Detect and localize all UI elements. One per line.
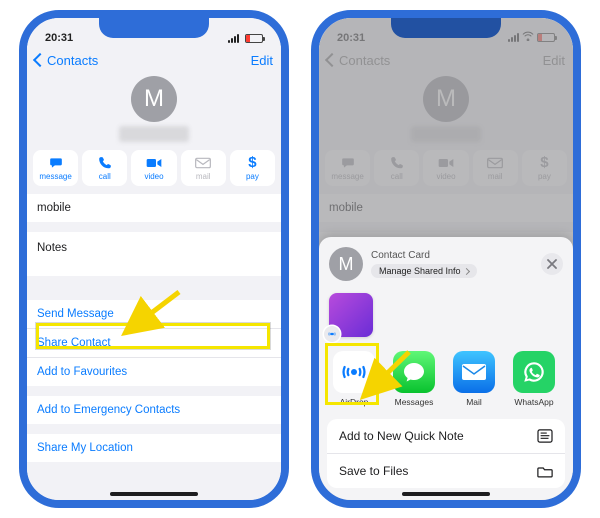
add-quick-note-row[interactable]: Add to New Quick Note xyxy=(327,419,565,454)
home-indicator[interactable] xyxy=(110,492,198,496)
emergency-card: Add to Emergency Contacts xyxy=(27,396,281,424)
contact-preview-thumbnail[interactable] xyxy=(329,293,373,337)
action-row: message call video mail $ pay xyxy=(27,148,281,194)
message-label: message xyxy=(39,172,71,181)
mobile-card: mobile xyxy=(27,194,281,222)
pay-button[interactable]: $ pay xyxy=(230,150,275,186)
sheet-actions-list: Add to New Quick Note Save to Files xyxy=(327,419,565,488)
close-sheet-button[interactable] xyxy=(541,253,563,275)
avatar[interactable]: M xyxy=(131,76,177,122)
quick-note-icon xyxy=(537,429,553,443)
mail-icon xyxy=(195,156,211,170)
highlight-airdrop xyxy=(325,343,379,405)
share-apps-row: AirDrop Messages Mail xyxy=(319,345,573,411)
edit-button[interactable]: Edit xyxy=(251,53,273,68)
sheet-avatar: M xyxy=(329,247,363,281)
status-time: 20:31 xyxy=(45,32,73,44)
contact-detail-screen: 20:31 Contacts Edit M message xyxy=(27,18,281,500)
sheet-title: Contact Card xyxy=(371,250,533,261)
save-to-files-row[interactable]: Save to Files xyxy=(327,454,565,488)
notch xyxy=(99,18,209,38)
send-message-link[interactable]: Send Message xyxy=(27,300,281,329)
share-sheet: M Contact Card Manage Shared Info xyxy=(319,237,573,500)
nav-bar: Contacts Edit xyxy=(27,46,281,74)
phone-icon xyxy=(98,156,112,170)
links-card: Send Message Share Contact Add to Favour… xyxy=(27,300,281,386)
call-button[interactable]: call xyxy=(82,150,127,186)
chevron-right-icon xyxy=(463,267,470,274)
status-indicators xyxy=(228,32,263,44)
mail-app[interactable]: Mail xyxy=(451,351,497,407)
pay-label: pay xyxy=(246,172,259,181)
back-label: Contacts xyxy=(47,53,98,68)
contact-header: M xyxy=(27,74,281,148)
share-sheet-screen: 20:31 Contacts Edit M message cal xyxy=(319,18,573,500)
manage-shared-info-button[interactable]: Manage Shared Info xyxy=(371,264,477,278)
cell-signal-icon xyxy=(228,34,239,43)
phone-left: 20:31 Contacts Edit M message xyxy=(19,10,289,508)
messages-label: Messages xyxy=(395,397,434,407)
video-icon xyxy=(146,156,162,170)
messages-app[interactable]: Messages xyxy=(391,351,437,407)
sheet-header: M Contact Card Manage Shared Info xyxy=(319,237,573,289)
home-indicator[interactable] xyxy=(402,492,490,496)
back-button[interactable]: Contacts xyxy=(35,53,98,68)
phone-right: 20:31 Contacts Edit M message cal xyxy=(311,10,581,508)
notes-label: Notes xyxy=(37,242,67,254)
call-label: call xyxy=(99,172,111,181)
whatsapp-app[interactable]: WhatsApp xyxy=(511,351,557,407)
add-favourites-link[interactable]: Add to Favourites xyxy=(27,358,281,386)
video-label: video xyxy=(144,172,163,181)
mail-label: mail xyxy=(196,172,211,181)
share-contact-link[interactable]: Share Contact xyxy=(27,329,281,358)
pay-icon: $ xyxy=(248,156,256,170)
folder-icon xyxy=(537,464,553,478)
mail-app-label: Mail xyxy=(466,397,482,407)
mobile-label: mobile xyxy=(37,202,71,214)
contact-name-redacted xyxy=(119,126,189,142)
whatsapp-label: WhatsApp xyxy=(514,397,553,407)
message-button[interactable]: message xyxy=(33,150,78,186)
message-icon xyxy=(48,156,64,170)
sheet-meta: Contact Card Manage Shared Info xyxy=(371,250,533,278)
battery-icon xyxy=(245,34,263,43)
add-emergency-link[interactable]: Add to Emergency Contacts xyxy=(27,396,281,424)
preview-thumbnail-row xyxy=(319,289,573,345)
notes-card: Notes xyxy=(27,232,281,276)
chevron-left-icon xyxy=(33,53,47,67)
video-button[interactable]: video xyxy=(131,150,176,186)
airdrop-mini-icon xyxy=(324,326,340,342)
location-card: Share My Location xyxy=(27,434,281,462)
share-location-link[interactable]: Share My Location xyxy=(27,434,281,462)
mail-button[interactable]: mail xyxy=(181,150,226,186)
notes-row[interactable]: Notes xyxy=(27,232,281,276)
mobile-row[interactable]: mobile xyxy=(27,194,281,222)
